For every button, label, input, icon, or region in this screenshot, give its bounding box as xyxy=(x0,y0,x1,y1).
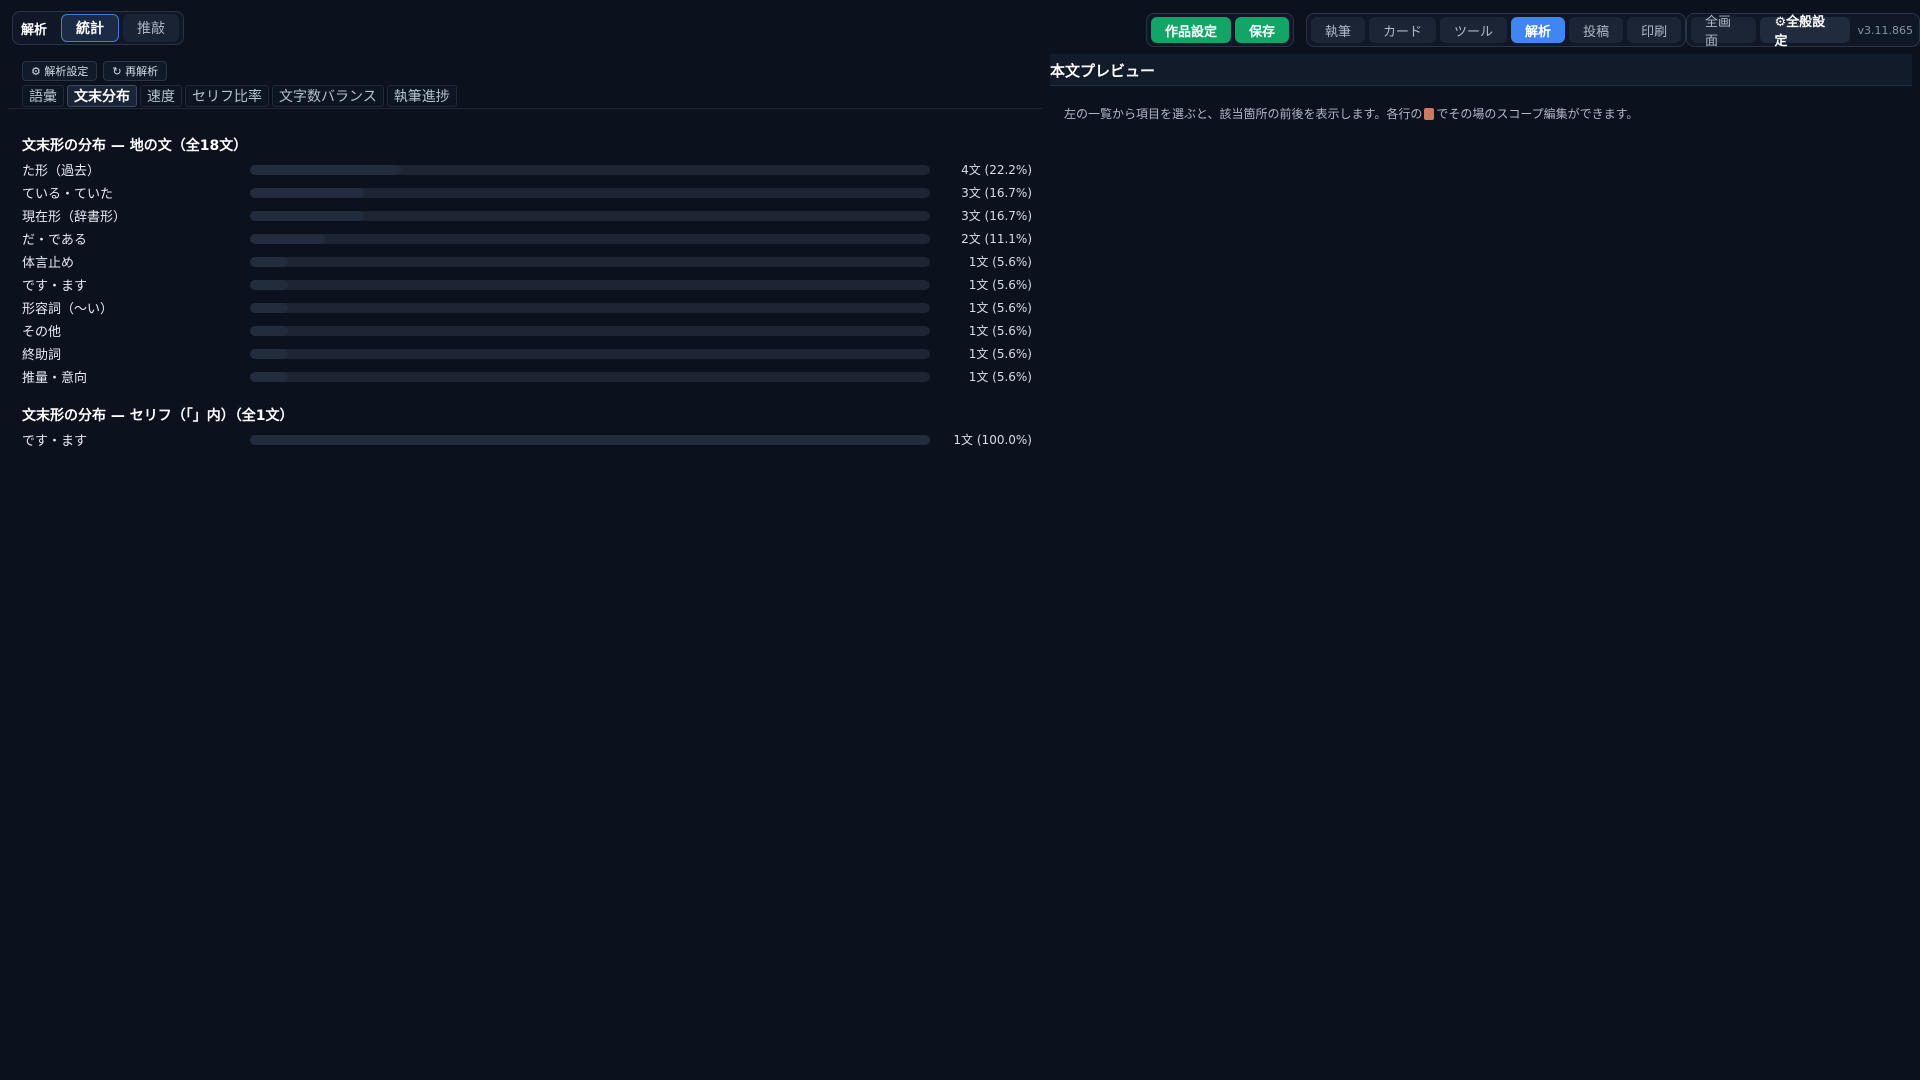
analysis-pane: ⚙ 解析設定 ↻ 再解析 語彙 文末分布 速度 セリフ比率 文字数バランス 執筆… xyxy=(8,58,1042,1058)
distribution-row[interactable]: だ・である 2文 (11.1%) xyxy=(22,227,1032,250)
work-settings-button[interactable]: 作品設定 xyxy=(1151,17,1232,43)
reanalyze-button[interactable]: ↻ 再解析 xyxy=(103,61,168,81)
row-bar xyxy=(250,256,930,267)
preview-hint: 左の一覧から項目を選ぶと、該当箇所の前後を表示します。各行の でその場のスコープ編… xyxy=(1064,105,1638,122)
row-value: 1文 (5.6%) xyxy=(968,324,1032,338)
row-bar xyxy=(250,210,930,221)
preview-hint-before: 左の一覧から項目を選ぶと、該当箇所の前後を表示します。各行の xyxy=(1064,107,1423,121)
preview-title: 本文プレビュー xyxy=(1050,54,1912,86)
analysis-settings-button[interactable]: ⚙ 解析設定 xyxy=(22,61,98,81)
row-label: です・ます xyxy=(22,434,88,449)
row-bar xyxy=(250,233,930,244)
distribution-row[interactable]: 終助詞 1文 (5.6%) xyxy=(22,342,1032,365)
row-label: 終助詞 xyxy=(22,348,62,363)
tab-speed[interactable]: 速度 xyxy=(140,85,182,107)
tab-sentence-endings[interactable]: 文末分布 xyxy=(67,85,137,107)
row-value: 1文 (5.6%) xyxy=(968,370,1032,384)
tab-progress[interactable]: 執筆進捗 xyxy=(386,85,457,107)
row-bar-fill xyxy=(250,371,289,382)
row-value: 3文 (16.7%) xyxy=(961,186,1032,200)
tab-divider xyxy=(8,108,1042,109)
row-bar xyxy=(250,348,930,359)
top-bar: 解析 統計 推敲 作品設定 保存 執筆 カード ツール 解析 投稿 印刷 全画面… xyxy=(0,0,1920,60)
tab-vocabulary[interactable]: 語彙 xyxy=(22,85,64,107)
analysis-tabs: 語彙 文末分布 速度 セリフ比率 文字数バランス 執筆進捗 xyxy=(22,85,457,107)
tab-revision[interactable]: 推敲 xyxy=(123,14,180,42)
row-label: た形（過去） xyxy=(22,164,101,179)
row-bar-fill xyxy=(250,210,364,221)
section-title-narration: 文末形の分布 — 地の文（全18文） xyxy=(22,138,248,154)
row-label: ている・ていた xyxy=(22,187,114,202)
distribution-row[interactable]: 形容詞（〜い） 1文 (5.6%) xyxy=(22,296,1032,319)
distribution-row[interactable]: 現在形（辞書形） 3文 (16.7%) xyxy=(22,204,1032,227)
row-bar-fill xyxy=(250,434,930,445)
distribution-row[interactable]: ている・ていた 3文 (16.7%) xyxy=(22,181,1032,204)
distribution-row[interactable]: その他 1文 (5.6%) xyxy=(22,319,1032,342)
row-bar xyxy=(250,325,930,336)
row-bar-fill xyxy=(250,302,289,313)
general-settings-button[interactable]: ⚙全般設定 xyxy=(1760,15,1850,49)
distribution-row[interactable]: です・ます 1文 (100.0%) xyxy=(22,428,1032,451)
nav-writing[interactable]: 執筆 xyxy=(1311,17,1366,43)
mode-switch: 解析 統計 推敲 xyxy=(12,11,185,45)
preview-hint-after: でその場のスコープ編集ができます。 xyxy=(1436,107,1639,121)
nav-cards[interactable]: カード xyxy=(1369,17,1437,43)
row-label: 現在形（辞書形） xyxy=(22,210,127,225)
global-actions: 全画面 ⚙全般設定 v3.11.865 xyxy=(1686,13,1920,49)
main-nav: 執筆 カード ツール 解析 投稿 印刷 xyxy=(1306,13,1687,47)
row-bar-fill xyxy=(250,348,289,359)
row-value: 4文 (22.2%) xyxy=(961,163,1032,177)
row-value: 1文 (5.6%) xyxy=(968,301,1032,315)
document-icon xyxy=(1424,108,1435,120)
nav-print[interactable]: 印刷 xyxy=(1627,17,1682,43)
distribution-row[interactable]: 推量・意向 1文 (5.6%) xyxy=(22,365,1032,388)
analysis-toolbar: ⚙ 解析設定 ↻ 再解析 xyxy=(22,61,168,81)
section-title-dialogue: 文末形の分布 — セリフ（「」内）（全1文） xyxy=(22,408,294,424)
row-label: です・ます xyxy=(22,279,88,294)
row-bar-fill xyxy=(250,187,364,198)
tab-length-balance[interactable]: 文字数バランス xyxy=(272,85,384,107)
row-bar-fill xyxy=(250,164,401,175)
distribution-row[interactable]: です・ます 1文 (5.6%) xyxy=(22,273,1032,296)
nav-submit[interactable]: 投稿 xyxy=(1569,17,1624,43)
nav-tools[interactable]: ツール xyxy=(1440,17,1508,43)
distribution-row[interactable]: た形（過去） 4文 (22.2%) xyxy=(22,158,1032,181)
row-bar-fill xyxy=(250,233,326,244)
row-value: 1文 (5.6%) xyxy=(968,278,1032,292)
row-bar xyxy=(250,434,930,445)
mode-label: 解析 xyxy=(21,22,48,38)
row-label: 推量・意向 xyxy=(22,371,88,386)
row-value: 1文 (100.0%) xyxy=(953,433,1032,447)
row-bar xyxy=(250,371,930,382)
row-bar-fill xyxy=(250,279,289,290)
distribution-row[interactable]: 体言止め 1文 (5.6%) xyxy=(22,250,1032,273)
row-bar-fill xyxy=(250,325,289,336)
preview-pane: 本文プレビュー 左の一覧から項目を選ぶと、該当箇所の前後を表示します。各行の でそ… xyxy=(1050,54,1912,1054)
row-label: だ・である xyxy=(22,233,87,248)
row-value: 1文 (5.6%) xyxy=(968,255,1032,269)
row-bar xyxy=(250,187,930,198)
row-value: 1文 (5.6%) xyxy=(968,347,1032,361)
row-label: その他 xyxy=(22,325,62,340)
save-button[interactable]: 保存 xyxy=(1235,17,1290,43)
work-actions: 作品設定 保存 xyxy=(1146,13,1295,47)
row-bar xyxy=(250,302,930,313)
row-label: 形容詞（〜い） xyxy=(22,302,114,317)
row-label: 体言止め xyxy=(22,256,75,271)
fullscreen-button[interactable]: 全画面 xyxy=(1691,15,1757,49)
version-label: v3.11.865 xyxy=(1857,23,1914,37)
tab-dialogue-ratio[interactable]: セリフ比率 xyxy=(185,85,269,107)
row-bar-fill xyxy=(250,256,289,267)
tab-statistics[interactable]: 統計 xyxy=(61,14,120,42)
row-bar xyxy=(250,164,930,175)
row-value: 3文 (16.7%) xyxy=(961,209,1032,223)
nav-analysis[interactable]: 解析 xyxy=(1511,17,1566,43)
row-value: 2文 (11.1%) xyxy=(961,232,1032,246)
row-bar xyxy=(250,279,930,290)
